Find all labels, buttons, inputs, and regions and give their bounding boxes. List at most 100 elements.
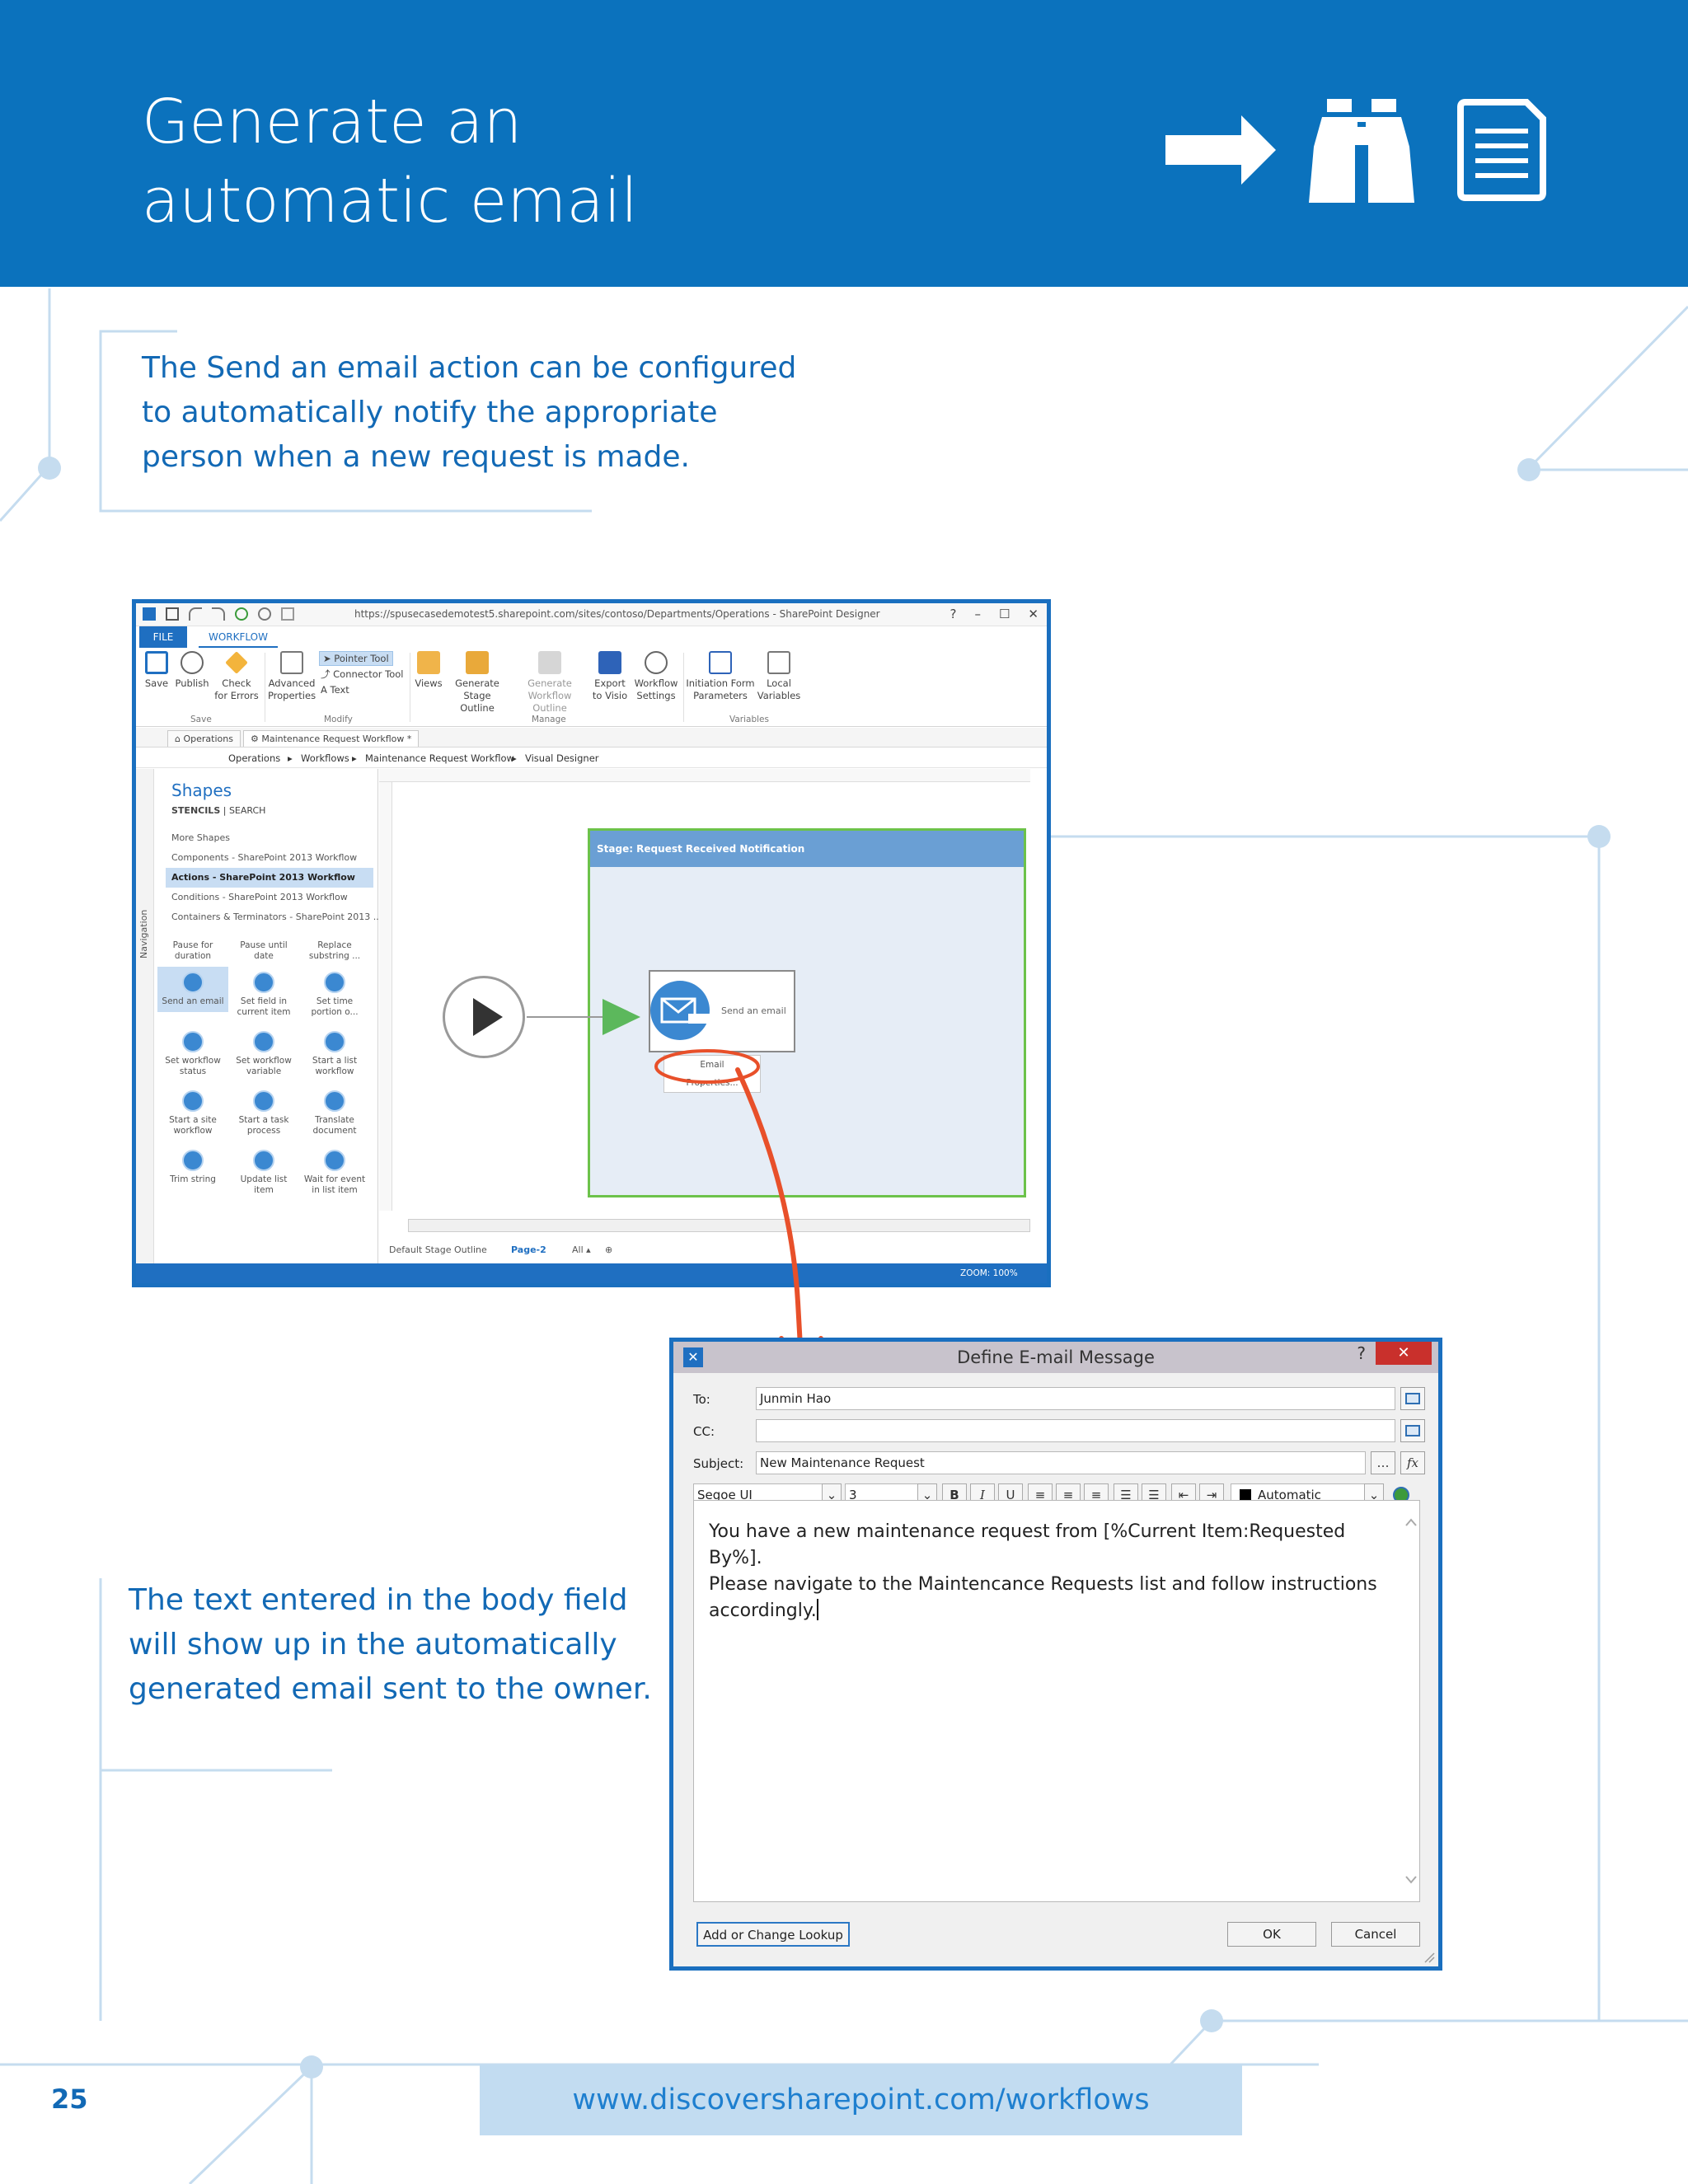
body-line-3: accordingly.	[709, 1599, 818, 1621]
shape-start-task-process[interactable]: Start a task process	[228, 1090, 299, 1137]
resize-grip-icon[interactable]	[1422, 1950, 1435, 1963]
redo-icon[interactable]	[212, 607, 225, 621]
ok-button[interactable]: OK	[1227, 1922, 1316, 1947]
tab-operations[interactable]: ⌂ Operations	[167, 730, 241, 747]
shape-update-list-item[interactable]: Update list item	[228, 1150, 299, 1196]
pointer-tool-button[interactable]: ➤ Pointer Tool	[319, 651, 393, 666]
footer-url-link[interactable]: www.discoversharepoint.com/workflows	[480, 2064, 1242, 2135]
spd-title-bar: https://spusecasedemotest5.sharepoint.co…	[136, 603, 1047, 626]
initiation-form-parameters-button[interactable]: Initiation Form Parameters	[685, 648, 756, 702]
shape-set-workflow-status[interactable]: Set workflow status	[157, 1031, 228, 1077]
tab-all[interactable]: All ▴	[572, 1244, 591, 1255]
set-field-icon	[253, 972, 274, 993]
email-body-text: You have a new maintenance request from …	[709, 1519, 1385, 1624]
task-icon	[253, 1090, 274, 1112]
breadcrumb: Operations ▸ Workflows ▸ Maintenance Req…	[136, 748, 1047, 768]
shape-pause-for-duration[interactable]: Pause for duration	[157, 940, 228, 962]
shape-replace-substring[interactable]: Replace substring ...	[299, 940, 370, 962]
customize-icon[interactable]	[281, 607, 294, 621]
add-page-icon[interactable]: ⊕	[605, 1244, 612, 1255]
app-logo-icon	[143, 607, 156, 621]
tab-default-stage-outline[interactable]: Default Stage Outline	[389, 1244, 487, 1255]
subject-field[interactable]: New Maintenance Request	[756, 1451, 1366, 1474]
publish-icon	[181, 651, 204, 674]
address-book-button-cc[interactable]	[1400, 1419, 1425, 1442]
generate-stage-outline-button[interactable]: Generate Stage Outline	[446, 648, 509, 715]
save-ribbon-button[interactable]: Save	[143, 648, 171, 690]
refresh-icon[interactable]	[235, 607, 248, 621]
breadcrumb-maintenance-request-workflow[interactable]: Maintenance Request Workflow	[365, 748, 514, 768]
page-tabs: Default Stage Outline Page-2 All ▴ ⊕	[379, 1238, 1030, 1263]
close-button[interactable]: ✕	[1028, 607, 1039, 621]
shape-set-time[interactable]: Set time portion o...	[299, 972, 370, 1018]
check-for-errors-button[interactable]: Check for Errors	[213, 648, 260, 702]
tab-page-2[interactable]: Page-2	[511, 1244, 546, 1255]
shape-trim-string[interactable]: Trim string	[157, 1150, 228, 1185]
shape-set-field[interactable]: Set field in current item	[228, 972, 299, 1018]
undo-icon[interactable]	[189, 607, 202, 621]
tab-stencils[interactable]: STENCILS	[171, 805, 220, 816]
maximize-button[interactable]: ☐	[999, 607, 1010, 621]
tab-file[interactable]: FILE	[139, 626, 187, 648]
breadcrumb-visual-designer[interactable]: Visual Designer	[525, 748, 599, 768]
stencil-more-shapes[interactable]: More Shapes	[166, 828, 373, 848]
breadcrumb-workflows[interactable]: Workflows	[301, 748, 349, 768]
close-button[interactable]: ✕	[1376, 1342, 1432, 1365]
save-icon[interactable]	[166, 607, 179, 621]
email-body-field[interactable]: You have a new maintenance request from …	[693, 1500, 1420, 1902]
text-caret	[816, 1599, 818, 1620]
minimize-button[interactable]: –	[974, 607, 981, 621]
shape-translate-document[interactable]: Translate document	[299, 1090, 370, 1137]
text-tool-button[interactable]: A Text	[321, 684, 349, 696]
variable-icon	[253, 1031, 274, 1052]
subject-lookup-button[interactable]: …	[1371, 1451, 1395, 1474]
navigation-pane[interactable]: Navigation	[136, 769, 154, 1263]
workflow-start-shape[interactable]	[443, 976, 525, 1058]
to-field[interactable]: Junmin Hao	[756, 1387, 1395, 1410]
shape-start-site-workflow[interactable]: Start a site workflow	[157, 1090, 228, 1137]
document-tabs: ⌂ Operations ⚙ Maintenance Request Workf…	[136, 728, 1047, 748]
breadcrumb-operations[interactable]: Operations	[228, 748, 280, 768]
help-button[interactable]: ?	[950, 607, 957, 621]
play-icon	[473, 998, 503, 1036]
shape-send-an-email[interactable]: Send an email	[157, 967, 228, 1012]
shape-wait-for-event[interactable]: Wait for event in list item	[299, 1150, 370, 1196]
generate-workflow-outline-button[interactable]: Generate Workflow Outline	[510, 648, 589, 715]
function-button[interactable]: fx	[1400, 1451, 1425, 1474]
local-variables-button[interactable]: Local Variables	[756, 648, 802, 702]
body-line-2: Please navigate to the Maintencance Requ…	[709, 1574, 1377, 1595]
add-or-change-lookup-button[interactable]: Add or Change Lookup	[696, 1922, 850, 1947]
body-scrollbar[interactable]	[1401, 1501, 1419, 1901]
workflow-settings-button[interactable]: Workflow Settings	[632, 648, 680, 702]
stencil-components[interactable]: Components - SharePoint 2013 Workflow	[166, 848, 373, 868]
stencil-actions[interactable]: Actions - SharePoint 2013 Workflow	[166, 868, 373, 888]
stencil-containers[interactable]: Containers & Terminators - SharePoint 20…	[166, 907, 382, 927]
export-to-visio-button[interactable]: Export to Visio	[589, 648, 631, 702]
help-button[interactable]: ?	[1357, 1343, 1366, 1363]
connector-tool-button[interactable]: ⤴ Connector Tool	[321, 668, 403, 681]
tab-search[interactable]: SEARCH	[229, 805, 266, 816]
zoom-level[interactable]: ZOOM: 100%	[960, 1263, 1018, 1283]
ribbon: Save Publish Check for Errors Save Advan…	[136, 648, 1047, 727]
shape-set-workflow-variable[interactable]: Set workflow variable	[228, 1031, 299, 1077]
ribbon-tabs: FILE WORKFLOW	[136, 626, 1047, 648]
tab-workflow[interactable]: WORKFLOW	[199, 626, 278, 648]
list-workflow-icon	[324, 1031, 345, 1052]
stencil-conditions[interactable]: Conditions - SharePoint 2013 Workflow	[166, 888, 373, 907]
shape-start-list-workflow[interactable]: Start a list workflow	[299, 1031, 370, 1077]
advanced-properties-button[interactable]: Advanced Properties	[266, 648, 317, 702]
text-icon: A	[321, 684, 331, 696]
address-book-icon	[1405, 1393, 1420, 1404]
tab-maintenance-request-workflow[interactable]: ⚙ Maintenance Request Workflow *	[243, 730, 420, 747]
send-email-icon	[650, 981, 720, 1040]
cc-field[interactable]	[756, 1419, 1395, 1442]
quick-access-toolbar	[143, 607, 294, 621]
shape-pause-until-date[interactable]: Pause until date	[228, 940, 299, 962]
stop-icon[interactable]	[258, 607, 271, 621]
cancel-button[interactable]: Cancel	[1331, 1922, 1420, 1947]
publish-button[interactable]: Publish	[172, 648, 212, 690]
views-button[interactable]: Views	[413, 648, 444, 690]
address-book-button-to[interactable]	[1400, 1387, 1425, 1410]
shapes-tabs: STENCILS | SEARCH	[171, 805, 265, 816]
horizontal-scrollbar[interactable]	[408, 1219, 1030, 1232]
